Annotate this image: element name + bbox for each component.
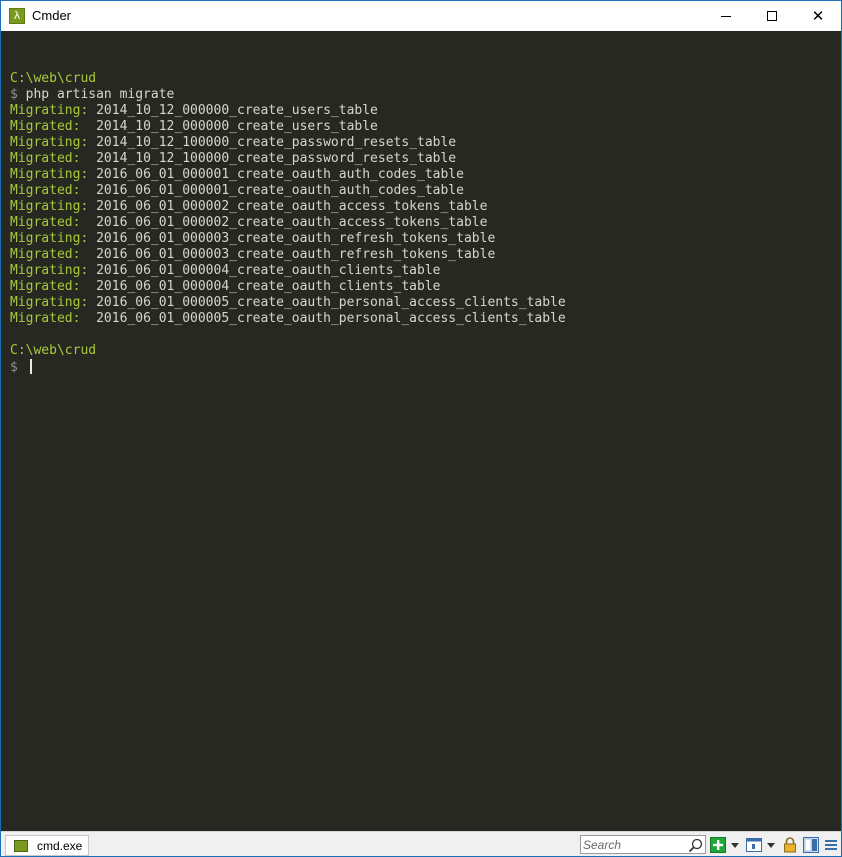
terminal-line: Migrating: 2014_10_12_100000_create_pass… bbox=[10, 135, 841, 151]
maximize-icon bbox=[767, 11, 777, 21]
lock-icon[interactable] bbox=[782, 837, 798, 853]
terminal-line: Migrated: 2016_06_01_000005_create_oauth… bbox=[10, 311, 841, 327]
migration-status: Migrated: bbox=[10, 247, 89, 262]
terminal-line: Migrated: 2016_06_01_000004_create_oauth… bbox=[10, 279, 841, 295]
migration-name: 2016_06_01_000005_create_oauth_personal_… bbox=[96, 295, 566, 310]
migration-status: Migrating: bbox=[10, 199, 89, 214]
migration-name: 2016_06_01_000003_create_oauth_refresh_t… bbox=[96, 231, 496, 246]
migration-name: 2016_06_01_000001_create_oauth_auth_code… bbox=[96, 183, 464, 198]
migration-name: 2016_06_01_000004_create_oauth_clients_t… bbox=[96, 279, 441, 294]
terminal-line: Migrating: 2016_06_01_000004_create_oaut… bbox=[10, 263, 841, 279]
migration-name: 2014_10_12_100000_create_password_resets… bbox=[96, 151, 457, 166]
maximize-button[interactable] bbox=[749, 1, 795, 31]
new-console-plus-icon[interactable] bbox=[710, 837, 726, 853]
terminal-line: $ php artisan migrate bbox=[10, 87, 841, 103]
hamburger-menu-icon[interactable] bbox=[823, 837, 839, 853]
migration-status: Migrated: bbox=[10, 183, 89, 198]
terminal-line: Migrating: 2016_06_01_000002_create_oaut… bbox=[10, 199, 841, 215]
migration-status: Migrated: bbox=[10, 119, 89, 134]
console-list-dropdown-icon[interactable] bbox=[767, 843, 775, 848]
migration-name: 2016_06_01_000004_create_oauth_clients_t… bbox=[96, 263, 441, 278]
terminal-line: Migrated: 2016_06_01_000002_create_oauth… bbox=[10, 215, 841, 231]
current-directory: C:\web\crud bbox=[10, 71, 97, 86]
tab-label: cmd.exe bbox=[37, 839, 83, 853]
migration-status: Migrating: bbox=[10, 231, 89, 246]
migration-name: 2016_06_01_000003_create_oauth_refresh_t… bbox=[96, 247, 496, 262]
terminal-line: C:\web\crud bbox=[10, 343, 841, 359]
terminal-line: Migrated: 2014_10_12_000000_create_users… bbox=[10, 119, 841, 135]
migration-name: 2014_10_12_000000_create_users_table bbox=[96, 119, 378, 134]
terminal-line: Migrating: 2016_06_01_000005_create_oaut… bbox=[10, 295, 841, 311]
search-input[interactable] bbox=[583, 837, 683, 852]
terminal-line: Migrating: 2016_06_01_000001_create_oaut… bbox=[10, 167, 841, 183]
migration-status: Migrated: bbox=[10, 279, 89, 294]
migration-status: Migrating: bbox=[10, 167, 89, 182]
terminal-line: Migrated: 2016_06_01_000001_create_oauth… bbox=[10, 183, 841, 199]
prompt-symbol: $ bbox=[10, 87, 18, 102]
terminal-output[interactable]: C:\web\crud $ php artisan migrate Migratin… bbox=[1, 31, 841, 831]
split-view-icon[interactable] bbox=[803, 837, 819, 853]
text-cursor bbox=[29, 359, 32, 374]
new-console-dropdown-icon[interactable] bbox=[731, 843, 739, 848]
search-box[interactable] bbox=[580, 835, 706, 854]
migration-status: Migrating: bbox=[10, 263, 89, 278]
lambda-icon[interactable]: λ bbox=[9, 8, 25, 24]
close-icon: ✕ bbox=[811, 6, 825, 25]
migration-status: Migrated: bbox=[10, 215, 89, 230]
migration-status: Migrating: bbox=[10, 135, 89, 150]
terminal-line: Migrating: 2016_06_01_000003_create_oaut… bbox=[10, 231, 841, 247]
terminal-line: C:\web\crud bbox=[10, 71, 841, 87]
terminal-line: Migrating: 2014_10_12_000000_create_user… bbox=[10, 103, 841, 119]
migration-status: Migrated: bbox=[10, 311, 89, 326]
migration-status: Migrated: bbox=[10, 151, 89, 166]
prompt-symbol: $ bbox=[10, 360, 18, 375]
cmder-window: λ Cmder ✕ C:\web\crud $ php artisan migra… bbox=[0, 0, 842, 857]
migration-name: 2014_10_12_100000_create_password_resets… bbox=[96, 135, 457, 150]
console-tab-icon bbox=[14, 840, 28, 852]
terminal-line: Migrated: 2014_10_12_100000_create_passw… bbox=[10, 151, 841, 167]
search-icon[interactable] bbox=[688, 838, 703, 853]
console-list-icon[interactable] bbox=[746, 837, 762, 853]
migration-status: Migrating: bbox=[10, 295, 89, 310]
minimize-button[interactable] bbox=[703, 1, 749, 31]
migration-name: 2016_06_01_000001_create_oauth_auth_code… bbox=[96, 167, 464, 182]
tab-cmd[interactable]: cmd.exe bbox=[5, 835, 89, 856]
terminal-line: $ bbox=[10, 359, 841, 375]
window-title: Cmder bbox=[32, 8, 72, 23]
migration-status: Migrating: bbox=[10, 103, 89, 118]
current-directory: C:\web\crud bbox=[10, 343, 97, 358]
terminal-line: Migrated: 2016_06_01_000003_create_oauth… bbox=[10, 247, 841, 263]
close-button[interactable]: ✕ bbox=[795, 1, 841, 31]
minimize-icon bbox=[721, 15, 731, 17]
migration-name: 2016_06_01_000002_create_oauth_access_to… bbox=[96, 199, 488, 214]
migration-name: 2016_06_01_000005_create_oauth_personal_… bbox=[96, 311, 566, 326]
status-bar: cmd.exe bbox=[1, 831, 841, 856]
title-bar[interactable]: λ Cmder ✕ bbox=[1, 1, 841, 31]
migration-name: 2014_10_12_000000_create_users_table bbox=[96, 103, 378, 118]
migration-name: 2016_06_01_000002_create_oauth_access_to… bbox=[96, 215, 488, 230]
command-text: php artisan migrate bbox=[25, 87, 175, 102]
